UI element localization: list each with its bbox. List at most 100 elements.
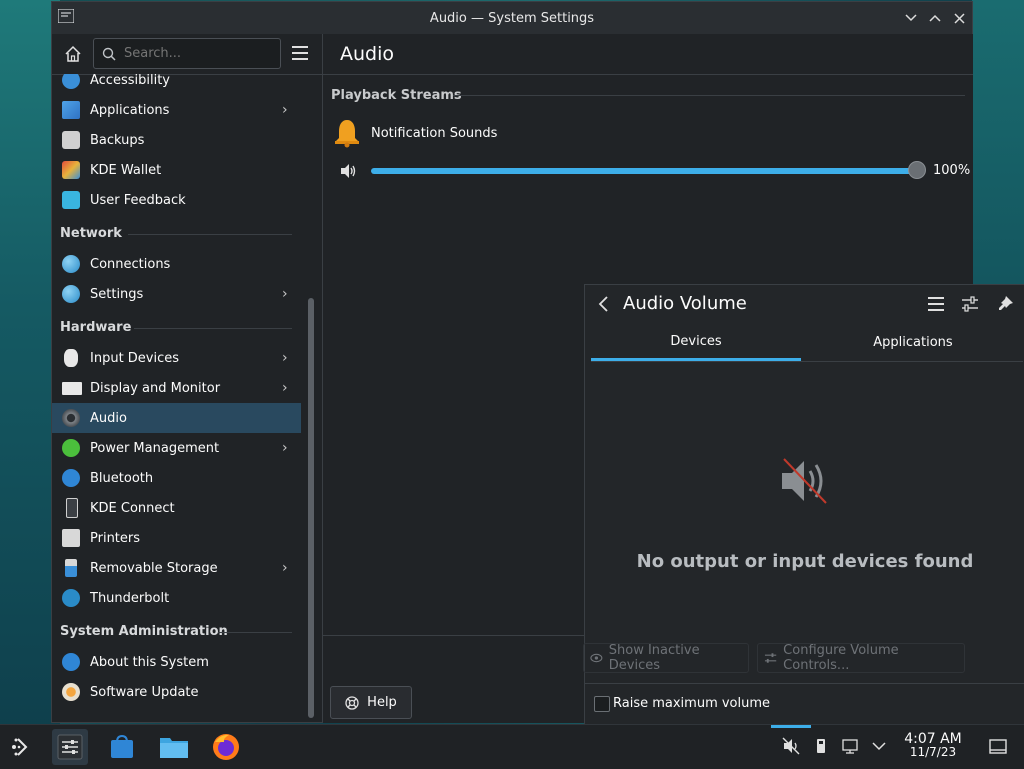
close-button[interactable]	[949, 8, 969, 28]
title-bar[interactable]: Audio — System Settings	[52, 2, 972, 34]
minimize-button[interactable]	[901, 8, 921, 28]
taskbar-discover[interactable]	[104, 729, 140, 765]
help-icon	[345, 695, 359, 710]
divider	[453, 95, 965, 96]
printer-icon	[62, 529, 80, 547]
search-icon	[102, 47, 116, 61]
configure-volume-controls-button[interactable]: Configure Volume Controls...	[757, 643, 965, 673]
show-inactive-devices-button[interactable]: Show Inactive Devices	[583, 643, 749, 673]
maximize-button[interactable]	[925, 8, 945, 28]
divider	[218, 632, 292, 633]
volume-percent: 100%	[933, 163, 971, 178]
tab-applications-label: Applications	[873, 334, 953, 350]
sidebar-item-display-monitor[interactable]: Display and Monitor ›	[52, 373, 301, 403]
taskbar-file-manager[interactable]	[156, 729, 192, 765]
sidebar-item-power-management[interactable]: Power Management ›	[52, 433, 301, 463]
sidebar-item-applications[interactable]: Applications ›	[52, 95, 301, 125]
app-menu-icon[interactable]	[58, 9, 74, 23]
sidebar-item-kde-wallet[interactable]: KDE Wallet	[52, 155, 301, 185]
application-launcher[interactable]	[4, 729, 40, 765]
sidebar-item-user-feedback[interactable]: User Feedback	[52, 185, 301, 215]
hamburger-menu-icon[interactable]	[290, 43, 310, 63]
show-inactive-label: Show Inactive Devices	[608, 643, 700, 673]
volume-muted-tray-icon[interactable]	[782, 737, 800, 755]
taskbar-firefox[interactable]	[208, 729, 244, 765]
hamburger-menu-icon[interactable]	[926, 294, 946, 314]
digital-clock[interactable]: 4:07 AM 11/7/23	[896, 732, 970, 759]
sidebar: Accessibility Applications › Backups KDE…	[52, 34, 323, 722]
sidebar-item-bluetooth[interactable]: Bluetooth	[52, 463, 301, 493]
volume-slider-handle[interactable]	[908, 161, 926, 179]
network-tray-icon[interactable]	[842, 737, 860, 755]
divider	[134, 328, 292, 329]
raise-max-volume-checkbox[interactable]	[594, 696, 610, 712]
sidebar-item-input-devices[interactable]: Input Devices ›	[52, 343, 301, 373]
home-icon	[65, 45, 81, 62]
volume-icon[interactable]	[339, 162, 357, 180]
launcher-icon	[12, 738, 28, 756]
search-field[interactable]	[93, 38, 281, 69]
sidebar-item-about-system[interactable]: About this System	[52, 647, 301, 677]
sidebar-item-thunderbolt[interactable]: Thunderbolt	[52, 583, 301, 613]
monitor-icon	[62, 381, 82, 395]
popup-toolbar: Show Inactive Devices Configure Volume C…	[583, 641, 1024, 675]
usb-device-tray-icon[interactable]	[812, 737, 830, 755]
chevron-right-icon: ›	[282, 286, 288, 302]
usb-drive-icon	[65, 559, 77, 577]
bell-icon	[335, 120, 359, 148]
help-button[interactable]: Help	[330, 686, 412, 719]
sidebar-item-network-settings[interactable]: Settings ›	[52, 279, 301, 309]
back-arrow-icon[interactable]	[597, 294, 611, 314]
update-icon	[62, 683, 80, 701]
sidebar-item-printers[interactable]: Printers	[52, 523, 301, 553]
sidebar-toolbar	[52, 34, 322, 75]
taskbar: 4:07 AM 11/7/23	[0, 724, 1024, 769]
speaker-icon	[62, 409, 80, 427]
tab-applications[interactable]: Applications	[808, 325, 1018, 359]
globe-icon	[62, 255, 80, 273]
sidebar-item-backups[interactable]: Backups	[52, 125, 301, 155]
empty-state-message: No output or input devices found	[636, 551, 974, 572]
wallet-icon	[62, 161, 80, 179]
discover-store-icon	[111, 734, 133, 758]
home-button[interactable]	[62, 43, 84, 65]
tray-expand-chevron-icon[interactable]	[870, 737, 888, 755]
sidebar-item-kde-connect[interactable]: KDE Connect	[52, 493, 301, 523]
page-title: Audio	[340, 43, 395, 65]
sidebar-item-removable-storage[interactable]: Removable Storage ›	[52, 553, 301, 583]
content-header: Audio	[323, 34, 973, 75]
system-settings-icon	[57, 734, 83, 760]
pin-icon[interactable]	[995, 294, 1015, 314]
chevron-right-icon: ›	[282, 440, 288, 456]
show-desktop-icon[interactable]	[989, 738, 1007, 756]
accessibility-icon	[62, 74, 80, 89]
divider	[128, 234, 292, 235]
firefox-icon	[213, 734, 239, 760]
sidebar-item-accessibility[interactable]: Accessibility	[52, 74, 301, 95]
tab-devices-label: Devices	[670, 334, 722, 349]
active-indicator	[771, 725, 811, 728]
tab-devices[interactable]: Devices	[591, 325, 801, 361]
chevron-right-icon: ›	[282, 350, 288, 366]
close-icon	[953, 12, 965, 24]
phone-icon	[66, 498, 78, 518]
taskbar-system-settings[interactable]	[52, 729, 88, 765]
sidebar-item-software-update[interactable]: Software Update	[52, 677, 301, 707]
volume-slider-track[interactable]	[371, 168, 918, 174]
globe-settings-icon	[62, 285, 80, 303]
chevron-right-icon: ›	[282, 560, 288, 576]
sidebar-scrollbar[interactable]	[308, 298, 314, 718]
sidebar-item-connections[interactable]: Connections	[52, 249, 301, 279]
raise-max-volume-label: Raise maximum volume	[613, 696, 771, 711]
chevron-down-icon	[905, 14, 917, 22]
sidebar-item-audio[interactable]: Audio	[52, 403, 301, 433]
chevron-right-icon: ›	[282, 380, 288, 396]
sidebar-nav: Accessibility Applications › Backups KDE…	[52, 74, 301, 720]
search-input[interactable]	[122, 45, 276, 62]
configure-sliders-icon[interactable]	[960, 294, 980, 314]
folder-icon	[160, 738, 188, 758]
popup-header: Audio Volume	[585, 285, 1024, 323]
chevron-up-icon	[929, 14, 941, 22]
help-label: Help	[367, 695, 397, 710]
section-header-system-administration: System Administration	[60, 624, 228, 639]
